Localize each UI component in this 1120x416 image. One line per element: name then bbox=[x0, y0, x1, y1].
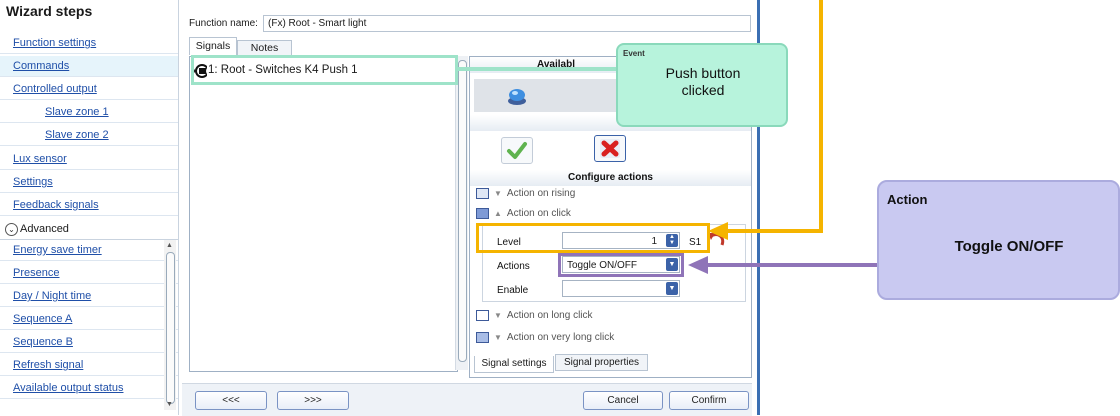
step-settings[interactable]: Settings bbox=[0, 172, 178, 193]
step-function-settings[interactable]: Function settings bbox=[0, 33, 178, 54]
x-icon bbox=[600, 139, 620, 158]
event-callout-tag: Event bbox=[623, 49, 645, 58]
step-sequence-a[interactable]: Sequence A bbox=[0, 309, 178, 330]
step-refresh-signal[interactable]: Refresh signal bbox=[0, 355, 178, 376]
wizard-title: Wizard steps bbox=[6, 3, 93, 19]
dropdown-arrow-icon[interactable]: ▼ bbox=[666, 282, 678, 295]
step-energy-save-timer[interactable]: Energy save timer bbox=[0, 240, 178, 261]
level-connector-horizontal bbox=[725, 229, 823, 233]
step-presence[interactable]: Presence bbox=[0, 263, 178, 284]
scroll-thumb[interactable] bbox=[166, 252, 175, 404]
not-inverted-button[interactable] bbox=[501, 137, 533, 164]
inverted-button[interactable] bbox=[594, 135, 626, 162]
chevron-up-icon[interactable]: ▲ bbox=[494, 209, 502, 218]
scroll-thumb[interactable] bbox=[458, 60, 467, 362]
event-connector bbox=[458, 67, 616, 71]
step-day-night-time[interactable]: Day / Night time bbox=[0, 286, 178, 307]
function-name-label: Function name: bbox=[189, 18, 258, 29]
push-button-icon bbox=[508, 89, 526, 105]
step-controlled-output[interactable]: Controlled output bbox=[0, 79, 178, 100]
signal-highlight-frame bbox=[191, 55, 458, 85]
level-connector-vertical bbox=[819, 0, 823, 233]
rising-edge-icon bbox=[476, 188, 489, 199]
advanced-toggle[interactable]: ⌄ Advanced bbox=[0, 220, 178, 240]
action-on-click[interactable]: ▲ Action on click bbox=[476, 208, 571, 224]
wizard-panel: Wizard steps Function settings Commands … bbox=[0, 0, 179, 415]
next-button[interactable]: >>> bbox=[277, 391, 349, 410]
signal-list-scrollbar[interactable] bbox=[455, 56, 468, 370]
event-callout-text: Push button clicked bbox=[665, 65, 741, 98]
scroll-down-icon[interactable]: ▼ bbox=[166, 401, 173, 408]
action-on-long-click[interactable]: ▼ Action on long click bbox=[476, 310, 593, 326]
enable-select[interactable]: ▼ bbox=[562, 280, 680, 297]
function-name-input[interactable]: (Fx) Root - Smart light bbox=[263, 15, 751, 32]
action-callout-text: Toggle ON/OFF bbox=[954, 238, 1064, 255]
actions-label: Actions bbox=[497, 261, 530, 272]
long-click-icon bbox=[476, 310, 489, 321]
step-commands[interactable]: Commands bbox=[0, 56, 178, 77]
purple-arrow-icon bbox=[688, 256, 708, 274]
action-callout-tag: Action bbox=[887, 192, 928, 207]
click-icon bbox=[476, 208, 489, 219]
event-icon-area bbox=[474, 79, 619, 112]
step-sequence-b[interactable]: Sequence B bbox=[0, 332, 178, 353]
scroll-up-icon[interactable]: ▲ bbox=[166, 242, 173, 249]
signal-list bbox=[189, 56, 458, 372]
step-available-output-status[interactable]: Available output status bbox=[0, 378, 178, 399]
action-on-very-long-click[interactable]: ▼ Action on very long click bbox=[476, 332, 614, 348]
level-highlight-frame bbox=[476, 223, 710, 253]
previous-button[interactable]: <<< bbox=[195, 391, 267, 410]
tab-signals[interactable]: Signals bbox=[189, 37, 237, 55]
advanced-label: Advanced bbox=[20, 223, 69, 235]
orange-arrow-icon bbox=[708, 222, 728, 240]
check-icon bbox=[507, 142, 527, 159]
chevron-down-icon[interactable]: ▼ bbox=[494, 189, 502, 198]
tab-signal-settings[interactable]: Signal settings bbox=[474, 356, 554, 373]
confirm-button[interactable]: Confirm bbox=[669, 391, 749, 410]
configure-actions-header: Configure actions bbox=[470, 170, 751, 186]
tab-notes[interactable]: Notes bbox=[237, 40, 292, 55]
wizard-scrollbar[interactable]: ▲ ▼ bbox=[164, 240, 176, 410]
very-long-click-icon bbox=[476, 332, 489, 343]
action-connector bbox=[705, 263, 881, 267]
action-on-rising[interactable]: ▼ Action on rising bbox=[476, 188, 575, 204]
step-slave-zone-1[interactable]: Slave zone 1 bbox=[0, 102, 178, 123]
chevron-down-icon[interactable]: ▼ bbox=[494, 333, 502, 342]
actions-highlight-frame bbox=[558, 253, 684, 277]
step-lux-sensor[interactable]: Lux sensor bbox=[0, 149, 178, 170]
action-callout: Action Toggle ON/OFF bbox=[877, 180, 1120, 300]
event-callout: Event Push button clicked bbox=[616, 43, 788, 127]
chevron-down-icon[interactable]: ▼ bbox=[494, 311, 502, 320]
enable-label: Enable bbox=[497, 285, 529, 296]
tab-signal-properties[interactable]: Signal properties bbox=[555, 354, 648, 371]
chevron-down-icon[interactable]: ⌄ bbox=[5, 223, 18, 236]
step-feedback-signals[interactable]: Feedback signals bbox=[0, 195, 178, 216]
step-slave-zone-2[interactable]: Slave zone 2 bbox=[0, 125, 178, 146]
dialog-button-bar bbox=[182, 383, 752, 416]
cancel-button[interactable]: Cancel bbox=[583, 391, 663, 410]
